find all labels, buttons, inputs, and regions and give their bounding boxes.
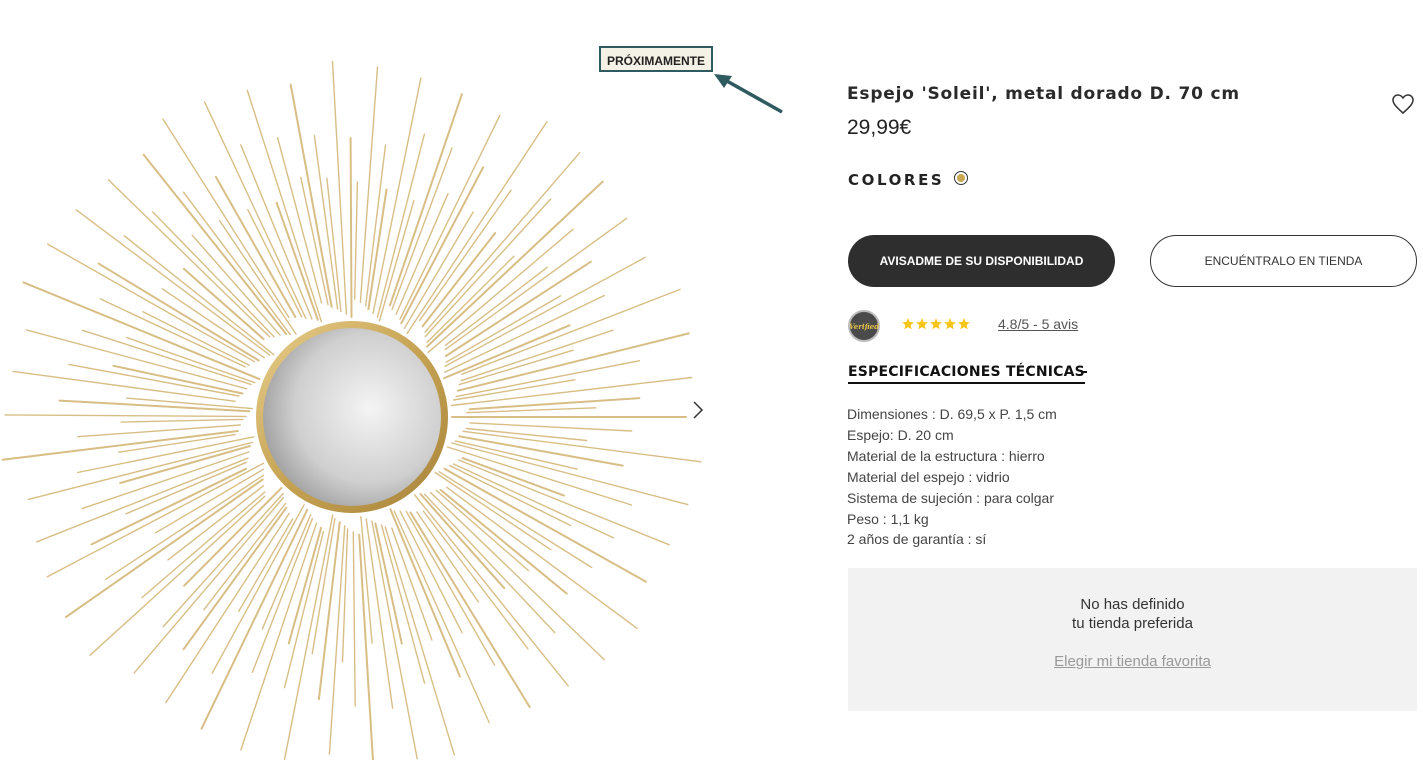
colors-label: COLORES [848, 171, 945, 189]
specs-heading[interactable]: ESPECIFICACIONES TÉCNICAS [848, 364, 1085, 384]
sun-ray [406, 120, 548, 335]
sun-ray [352, 531, 356, 707]
sun-ray [313, 134, 339, 310]
spec-item: Material del espejo : vidrio [847, 468, 1010, 485]
sun-ray [424, 198, 552, 338]
sun-ray [328, 525, 346, 755]
sun-ray [450, 376, 693, 407]
rating-link[interactable]: 4.8/5 - 5 avis [998, 316, 1078, 332]
sun-ray [469, 422, 633, 432]
star-icon [944, 318, 956, 330]
color-swatch-fill [957, 174, 965, 182]
sun-ray [12, 370, 236, 402]
preferred-store-panel: No has definido tu tienda preferida Eleg… [848, 568, 1417, 711]
find-in-store-button[interactable]: ENCUÉNTRALO EN TIENDA [1150, 235, 1417, 287]
sun-ray [384, 526, 455, 756]
spec-item: Sistema de sujeción : para colgar [847, 489, 1054, 506]
sun-ray [389, 508, 461, 678]
sun-ray [461, 288, 681, 375]
sun-ray [246, 89, 323, 323]
sun-ray [349, 137, 353, 318]
sun-ray [76, 424, 242, 438]
sun-ray [399, 114, 501, 320]
sun-ray [27, 441, 253, 501]
gallery-next-icon[interactable] [688, 400, 708, 420]
sun-ray [275, 201, 319, 321]
product-image-soleil-mirror[interactable] [0, 40, 720, 760]
spec-item: Peso : 1,1 kg [847, 510, 929, 527]
rating-stars [901, 317, 971, 333]
sun-ray [462, 430, 702, 463]
coming-soon-badge: PRÓXIMAMENTE [599, 46, 714, 72]
sun-ray [365, 144, 387, 307]
star-icon [958, 318, 970, 330]
sun-ray [460, 329, 614, 382]
product-image-gallery [0, 40, 720, 760]
sun-ray [331, 60, 348, 315]
sun-ray [451, 442, 689, 506]
choose-favorite-store-link[interactable]: Elegir mi tienda favorita [848, 653, 1417, 670]
sun-ray [211, 504, 305, 674]
no-store-message-line1: No has definido [1080, 596, 1185, 613]
sun-ray [423, 493, 556, 634]
mirror-glass [263, 328, 441, 506]
sun-ray [4, 414, 247, 418]
no-store-message-line2: tu tienda preferida [1072, 615, 1193, 632]
spec-item: 2 años de garantía : sí [847, 531, 987, 548]
sun-ray [446, 446, 633, 506]
notify-availability-button[interactable]: AVISADME DE SU DISPONIBILIDAD [848, 235, 1115, 287]
sun-ray [458, 349, 574, 386]
sun-ray [372, 77, 422, 314]
sun-ray [354, 181, 359, 300]
sun-ray [247, 208, 303, 318]
sun-ray [182, 506, 288, 651]
sun-ray [76, 436, 255, 474]
sun-ray [414, 494, 569, 687]
sun-ray [240, 522, 318, 751]
sun-ray [203, 101, 307, 319]
spec-item: Dimensiones : D. 69,5 x P. 1,5 cm [847, 406, 1057, 422]
sun-ray [125, 336, 256, 384]
sun-ray [191, 234, 281, 336]
star-icon [916, 318, 928, 330]
specs-collapse-toggle[interactable]: - [1082, 364, 1088, 380]
sun-ray [200, 508, 309, 730]
sun-ray [446, 486, 638, 630]
sun-ray [289, 83, 333, 308]
reviews-logo-text: Verified [848, 321, 880, 331]
sun-ray [240, 144, 313, 320]
sun-ray [203, 502, 287, 611]
color-swatch-gold[interactable] [954, 171, 968, 185]
wishlist-heart-icon[interactable] [1391, 93, 1415, 115]
annotation-arrow-icon [714, 74, 783, 114]
sun-ray [419, 189, 512, 322]
product-price: 29,99€ [847, 116, 912, 139]
sun-ray [389, 93, 463, 307]
sun-ray [426, 255, 515, 343]
sun-ray [162, 492, 284, 628]
no-store-message: No has definido tu tienda preferida [848, 595, 1417, 633]
sun-ray [435, 489, 530, 572]
product-title: Espejo 'Soleil', metal dorado D. 70 cm [847, 84, 1240, 104]
specs-list: Dimensiones : D. 69,5 x P. 1,5 cm Espejo:… [847, 404, 1057, 550]
sun-ray [120, 418, 244, 423]
sun-ray [218, 219, 297, 335]
sun-ray [123, 235, 275, 356]
star-icon [902, 318, 914, 330]
spec-item: Material de la estructura : hierro [847, 447, 1045, 464]
sun-ray [452, 379, 576, 401]
sun-ray [461, 457, 565, 497]
star-icon [930, 318, 942, 330]
reviews-verified-logo: Verified [848, 310, 880, 342]
spec-item: Espejo: D. 20 cm [847, 426, 954, 443]
